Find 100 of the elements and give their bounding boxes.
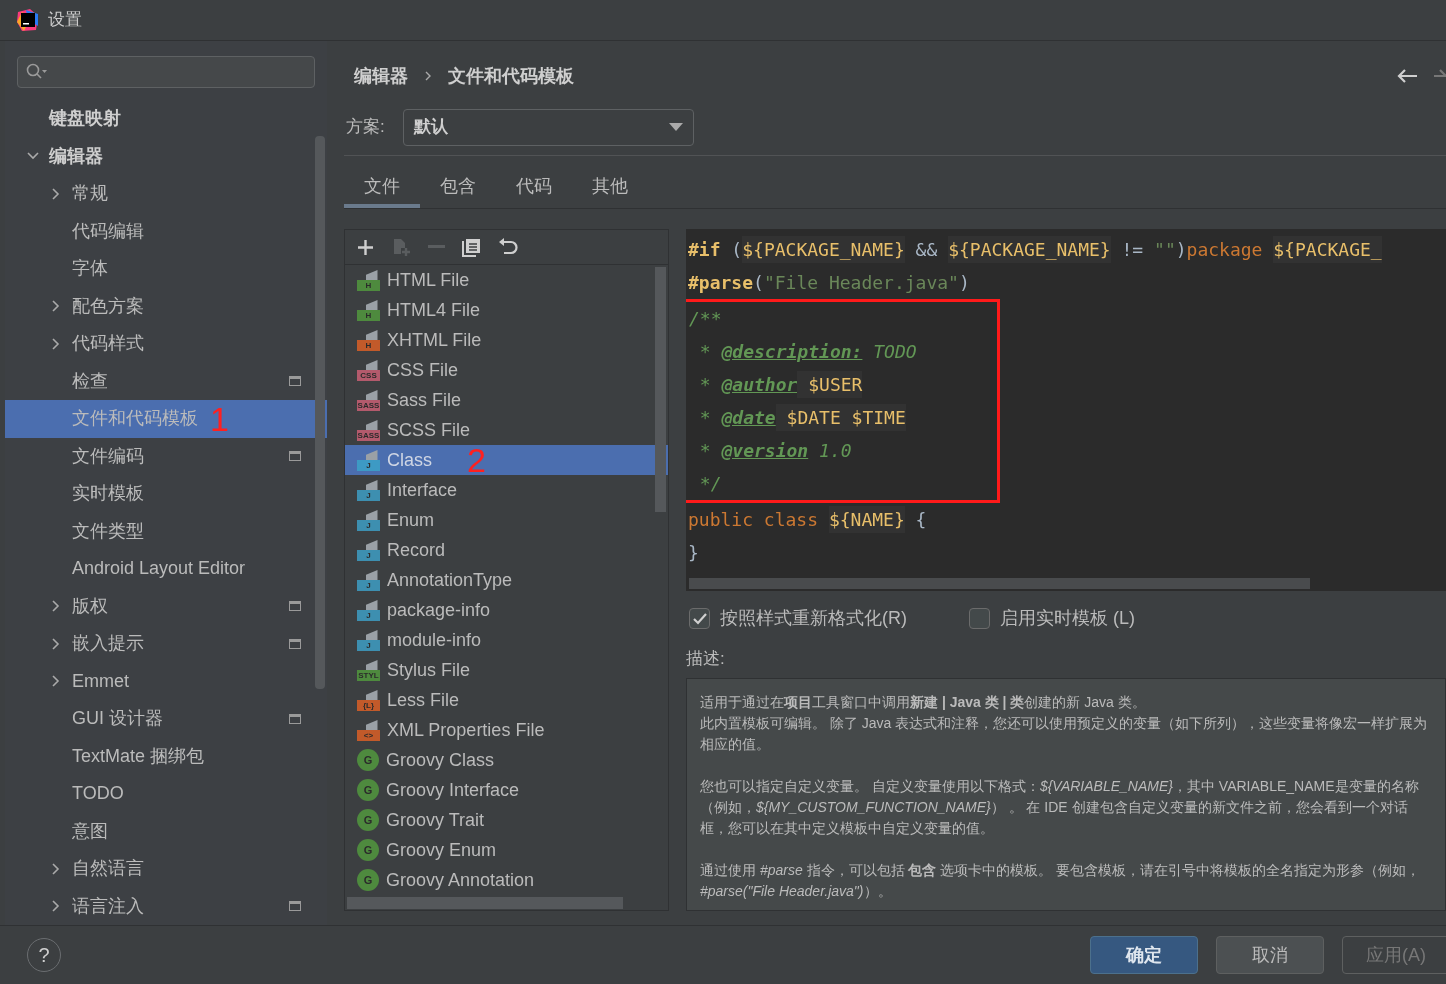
chevron-right-icon[interactable] (50, 862, 62, 875)
checkbox[interactable] (969, 608, 990, 629)
sidebar-item[interactable]: 文件编码 (5, 437, 327, 475)
template-item[interactable]: SASS SCSS File (345, 415, 668, 445)
chevron-right-icon[interactable] (50, 637, 62, 650)
code-line: /** (689, 307, 723, 331)
template-item[interactable]: H HTML File (345, 265, 668, 295)
breadcrumb-separator-icon (424, 70, 432, 82)
checkbox-label[interactable]: 按照样式重新格式化(R) (720, 605, 907, 632)
chevron-right-icon[interactable] (50, 675, 62, 688)
template-item[interactable]: J package-info (345, 595, 668, 625)
dialog-button[interactable]: 确定 (1090, 936, 1198, 974)
annotation-number: 1 (210, 401, 229, 436)
chevron-right-icon[interactable] (50, 900, 62, 913)
code-line: * @version 1.0 (698, 439, 853, 463)
template-item[interactable]: G Groovy Interface (345, 775, 668, 805)
sidebar-item[interactable]: 嵌入提示 (5, 625, 327, 663)
horizontal-scrollbar-thumb[interactable] (689, 578, 1310, 589)
template-item[interactable]: G Groovy Class (345, 745, 668, 775)
dialog-button[interactable]: 取消 (1216, 936, 1324, 974)
template-item[interactable]: {L} Less File (345, 685, 668, 715)
breadcrumb-item[interactable]: 编辑器 (354, 62, 408, 90)
groovy-file-icon: G (357, 779, 379, 801)
reset-icon[interactable] (498, 237, 518, 257)
code-line: #parse("File Header.java") (687, 271, 971, 295)
sidebar-item[interactable]: 代码样式 (5, 325, 327, 363)
sidebar-item[interactable]: 文件类型 (5, 512, 327, 550)
tab[interactable]: 其他 (572, 168, 648, 208)
description-text: 此内置模板可编辑。 除了 Java 表达式和注释，您还可以使用预定义的变量（如下所列），这些变量将像宏一样扩展为相应的值。 (700, 714, 1429, 754)
description-label: 描述: (686, 648, 726, 670)
scrollbar-thumb[interactable] (655, 267, 666, 512)
copy-icon[interactable] (462, 237, 481, 257)
template-item[interactable]: <> XML Properties File (345, 715, 668, 745)
breadcrumb-item[interactable]: 文件和代码模板 (448, 62, 574, 90)
horizontal-scrollbar-thumb[interactable] (347, 897, 623, 909)
template-item[interactable]: J module-info (345, 625, 668, 655)
template-item[interactable]: G Groovy Annotation (345, 865, 668, 895)
description-text: 通过使用 #parse 指令，可以包括 包含 选项卡中的模板。 要包含模板，请在引号中将模板的全名指定为形参（例如，#parse("File Header.java")）。 (700, 861, 1422, 901)
chevron-right-icon[interactable] (50, 337, 62, 350)
checkbox-label[interactable]: 启用实时模板 (L) (1000, 605, 1135, 632)
template-item[interactable]: SASS Sass File (345, 385, 668, 415)
template-item[interactable]: G Groovy Enum (345, 835, 668, 865)
sidebar-item[interactable]: 配色方案 (5, 287, 327, 325)
tab[interactable]: 包含 (420, 168, 496, 208)
code-line: public class ${NAME} { (686, 503, 1446, 536)
scheme-dropdown[interactable]: 默认 (402, 108, 694, 146)
tab[interactable]: 代码 (496, 168, 572, 208)
template-item[interactable]: G Groovy Trait (345, 805, 668, 835)
template-item[interactable]: J Record (345, 535, 668, 565)
template-item[interactable]: J Enum (345, 505, 668, 535)
back-arrow-icon[interactable] (1396, 68, 1418, 84)
sidebar-item[interactable]: 键盘映射 (5, 100, 327, 138)
sidebar-item[interactable]: 实时模板 (5, 475, 327, 513)
window-title: 设置 (48, 9, 82, 32)
template-item[interactable]: CSS CSS File (345, 355, 668, 385)
app-logo-icon (16, 8, 40, 32)
template-item[interactable]: H XHTML File (345, 325, 668, 355)
code-line: * @description: TODO (698, 340, 918, 364)
sidebar-item[interactable]: Emmet (5, 662, 327, 700)
sidebar-item[interactable]: 意图 (5, 812, 327, 850)
description-text: 您也可以指定自定义变量。 自定义变量使用以下格式：${VARIABLE_NAME}，其中 VARIABLE_NAME是变量的名称（例如，${MY_CUSTOM_FUNCTION_NAME}） 。 在 IDE 创建包含自定义变量的新文件之前，您会看到一个对话框，您可以在其中定义模板中自定义变量的值。 (700, 777, 1420, 838)
search-icon (26, 63, 48, 81)
tab[interactable]: 文件 (344, 168, 420, 208)
description-text: 适用于通过在项目工具窗口中调用新建 | Java 类 | 类创建的新 Java 类。 (700, 693, 1147, 712)
sidebar-item[interactable]: Android Layout Editor (5, 550, 327, 588)
sidebar-item[interactable]: 版权 (5, 587, 327, 625)
template-item[interactable]: J Class 2 (345, 445, 668, 475)
groovy-file-icon: G (357, 809, 379, 831)
sidebar-item[interactable]: 常规 (5, 175, 327, 213)
sidebar-item[interactable]: 字体 (5, 250, 327, 288)
dropdown-arrow-icon (668, 123, 683, 131)
template-item[interactable]: J Interface (345, 475, 668, 505)
chevron-right-icon[interactable] (50, 300, 62, 313)
sidebar-item[interactable]: 检查 (5, 362, 327, 400)
add-icon[interactable] (357, 238, 374, 256)
chevron-right-icon[interactable] (50, 600, 62, 613)
template-item[interactable]: J AnnotationType (345, 565, 668, 595)
template-item[interactable]: H HTML4 File (345, 295, 668, 325)
scheme-label: 方案: (345, 116, 385, 139)
sidebar-item[interactable]: TODO (5, 775, 327, 813)
sidebar-item[interactable]: 自然语言 (5, 850, 327, 888)
sidebar-item[interactable]: 代码编辑 (5, 212, 327, 250)
checkbox[interactable] (689, 608, 710, 629)
scrollbar-thumb[interactable] (315, 136, 325, 689)
code-line: */ (698, 472, 723, 496)
chevron-right-icon[interactable] (50, 187, 62, 200)
template-item[interactable]: STYL Stylus File (345, 655, 668, 685)
sidebar-item[interactable]: 语言注入 (5, 887, 327, 925)
groovy-file-icon: G (357, 839, 379, 861)
sidebar-item[interactable]: TextMate 捆绑包 (5, 737, 327, 775)
annotation-number: 2 (467, 443, 486, 477)
search-field[interactable] (17, 56, 315, 88)
code-line: } (687, 541, 700, 565)
code-line: #if (${PACKAGE_NAME} && ${PACKAGE_NAME} != "")package ${PACKAGE_ (686, 233, 1446, 266)
groovy-file-icon: G (357, 869, 379, 891)
groovy-file-icon: G (357, 749, 379, 771)
code-line: * @author $USER (689, 368, 997, 401)
sidebar-item[interactable]: 编辑器 (5, 137, 327, 175)
code-line: * @date $DATE $TIME (689, 401, 997, 434)
sidebar-item[interactable]: GUI 设计器 (5, 700, 327, 738)
